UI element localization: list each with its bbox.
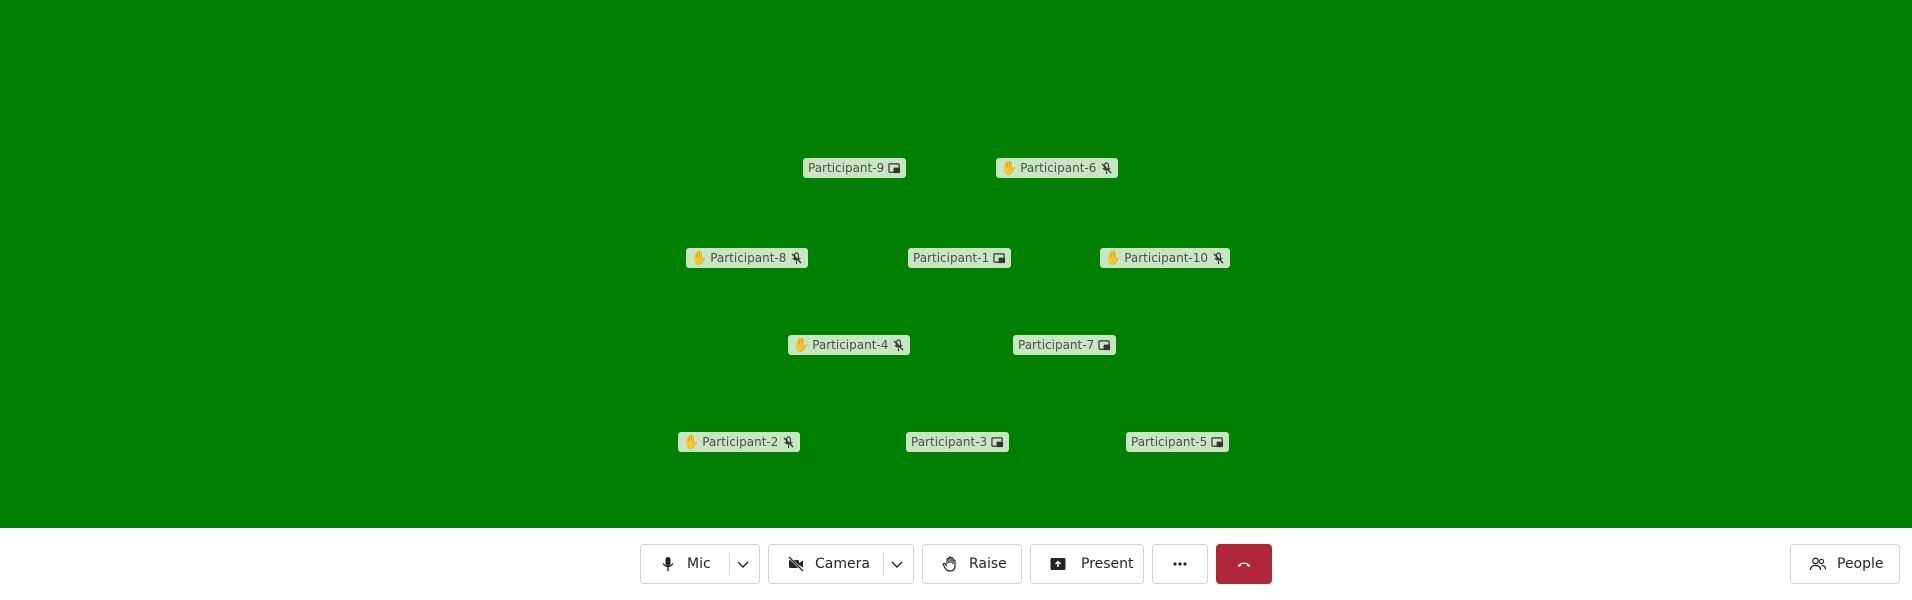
mic-options-chevron-icon[interactable] bbox=[730, 557, 756, 571]
more-options-button[interactable] bbox=[1152, 544, 1208, 584]
raised-hand-icon: ✋ bbox=[793, 337, 810, 353]
people-icon bbox=[1809, 555, 1827, 573]
camera-button[interactable]: Camera bbox=[769, 555, 883, 573]
more-options-icon bbox=[1171, 555, 1189, 573]
participant-name: Participant-4 bbox=[812, 338, 889, 352]
meeting-stage: Participant-9 ✋ Participant-6 ✋ Particip… bbox=[0, 0, 1912, 528]
mic-label: Mic bbox=[687, 556, 711, 572]
participant-name: Participant-9 bbox=[808, 161, 885, 175]
participant-name: Participant-10 bbox=[1124, 251, 1209, 265]
participant-name: Participant-8 bbox=[710, 251, 787, 265]
mic-icon bbox=[659, 555, 677, 573]
participant-tag[interactable]: ✋ Participant-6 bbox=[996, 158, 1119, 178]
present-label: Present bbox=[1081, 556, 1134, 572]
raised-hand-icon: ✋ bbox=[691, 250, 708, 266]
mic-muted-icon bbox=[781, 435, 795, 449]
mic-muted-icon bbox=[1211, 251, 1225, 265]
camera-options-chevron-icon[interactable] bbox=[884, 557, 910, 571]
hang-up-icon bbox=[1235, 555, 1253, 573]
camera-label: Camera bbox=[815, 556, 870, 572]
participant-tag[interactable]: Participant-1 bbox=[908, 248, 1012, 268]
participant-name: Participant-3 bbox=[911, 435, 988, 449]
mic-control: Mic bbox=[640, 544, 760, 584]
raised-hand-icon: ✋ bbox=[683, 434, 700, 450]
participant-tag[interactable]: ✋ Participant-8 bbox=[686, 248, 809, 268]
present-button[interactable]: Present bbox=[1030, 544, 1144, 584]
mic-button[interactable]: Mic bbox=[641, 555, 729, 573]
screen-share-icon bbox=[1210, 435, 1224, 449]
raised-hand-icon: ✋ bbox=[1105, 250, 1122, 266]
raise-label: Raise bbox=[969, 556, 1007, 572]
camera-off-icon bbox=[787, 555, 805, 573]
camera-control: Camera bbox=[768, 544, 914, 584]
participant-name: Participant-1 bbox=[913, 251, 990, 265]
participant-tag[interactable]: Participant-5 bbox=[1126, 432, 1230, 452]
screen-share-icon bbox=[1097, 338, 1111, 352]
mic-muted-icon bbox=[891, 338, 905, 352]
participant-tag[interactable]: ✋ Participant-2 bbox=[678, 432, 801, 452]
participant-tag[interactable]: ✋ Participant-10 bbox=[1100, 248, 1231, 268]
raised-hand-icon: ✋ bbox=[1001, 160, 1018, 176]
people-button[interactable]: People bbox=[1790, 544, 1900, 584]
people-label: People bbox=[1837, 556, 1884, 572]
screen-share-icon bbox=[887, 161, 901, 175]
participant-name: Participant-5 bbox=[1131, 435, 1208, 449]
participant-tag[interactable]: ✋ Participant-4 bbox=[788, 335, 911, 355]
participant-name: Participant-7 bbox=[1018, 338, 1095, 352]
screen-share-icon bbox=[990, 435, 1004, 449]
participant-name: Participant-2 bbox=[702, 435, 779, 449]
leave-call-button[interactable] bbox=[1216, 544, 1272, 584]
participant-tag[interactable]: Participant-7 bbox=[1013, 335, 1117, 355]
participant-tag[interactable]: Participant-3 bbox=[906, 432, 1010, 452]
screen-share-icon bbox=[992, 251, 1006, 265]
mic-muted-icon bbox=[1099, 161, 1113, 175]
hand-icon bbox=[941, 555, 959, 573]
participant-tag[interactable]: Participant-9 bbox=[803, 158, 907, 178]
mic-muted-icon bbox=[789, 251, 803, 265]
share-screen-icon bbox=[1049, 555, 1067, 573]
raise-hand-button[interactable]: Raise bbox=[922, 544, 1022, 584]
participant-name: Participant-6 bbox=[1020, 161, 1097, 175]
